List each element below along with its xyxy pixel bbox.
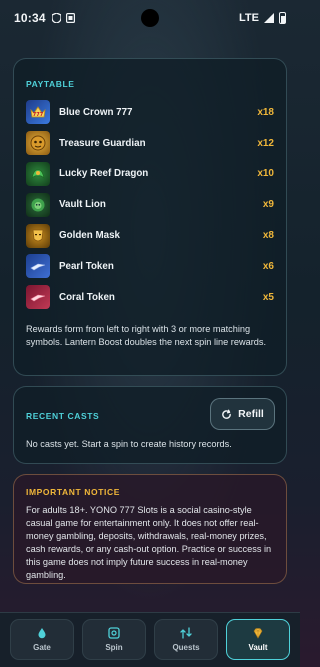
treasure-guardian-icon: [26, 131, 50, 156]
nav-item-gate[interactable]: Gate: [10, 619, 74, 660]
refill-label: Refill: [238, 408, 264, 420]
paytable-row: Treasure Guardian x12: [26, 128, 274, 159]
lucky-reef-dragon-icon: [26, 161, 50, 186]
paytable-row: Coral Token x5: [26, 282, 274, 313]
paytable-row: Lucky Reef Dragon x10: [26, 159, 274, 190]
important-notice-card: IMPORTANT NOTICE For adults 18+. YONO 77…: [13, 474, 287, 584]
recent-casts-title: RECENT CASTS: [26, 411, 100, 421]
drop-icon: [38, 628, 46, 639]
nav-label-quests: Quests: [172, 643, 200, 652]
paytable-card: PAYTABLE 777 Blue Crown 777 x18 Treasure…: [13, 58, 287, 376]
signal-icon: [264, 13, 274, 23]
blue-crown-777-icon: 777: [26, 100, 50, 125]
notification-icon: [65, 13, 75, 23]
svg-text:777: 777: [33, 112, 44, 118]
shield-icon: [51, 13, 61, 23]
notice-text: For adults 18+. YONO 777 Slots is a soci…: [26, 505, 272, 581]
nav-label-vault: Vault: [248, 643, 268, 652]
gem-icon: [253, 628, 263, 639]
spin-icon: [108, 627, 120, 639]
path-icon: [180, 627, 192, 639]
camera-cutout: [141, 9, 159, 27]
pearl-token-icon: [26, 254, 50, 279]
refill-button[interactable]: Refill: [210, 398, 275, 430]
refresh-icon: [222, 408, 232, 419]
paytable-row: Golden Mask x8: [26, 220, 274, 251]
nav-item-quests[interactable]: Quests: [154, 619, 218, 660]
golden-mask-icon: [26, 223, 50, 248]
nav-item-vault[interactable]: Vault: [226, 619, 290, 660]
paytable-note: Rewards form from left to right with 3 o…: [26, 323, 267, 347]
bottom-nav: Gate Spin Quests Vault: [0, 612, 300, 667]
status-bar: 10:34 LTE: [0, 0, 300, 36]
paytable-row: Pearl Token x6: [26, 251, 274, 282]
recent-casts-card: RECENT CASTS Refill No casts yet. Start …: [13, 386, 287, 464]
paytable-row: Vault Lion x9: [26, 189, 274, 220]
nav-item-spin[interactable]: Spin: [82, 619, 146, 660]
notice-title: IMPORTANT NOTICE: [26, 487, 120, 497]
vault-lion-icon: [26, 192, 50, 217]
paytable-title: PAYTABLE: [26, 79, 75, 89]
network-label: LTE: [239, 12, 259, 24]
nav-label-spin: Spin: [105, 643, 123, 652]
casts-empty-text: No casts yet. Start a spin to create his…: [26, 439, 232, 449]
paytable-list: 777 Blue Crown 777 x18 Treasure Guardian…: [26, 97, 274, 313]
paytable-row: 777 Blue Crown 777 x18: [26, 97, 274, 128]
battery-icon: [279, 12, 286, 24]
nav-label-gate: Gate: [33, 643, 51, 652]
status-time: 10:34: [14, 11, 46, 25]
coral-token-icon: [26, 285, 50, 310]
